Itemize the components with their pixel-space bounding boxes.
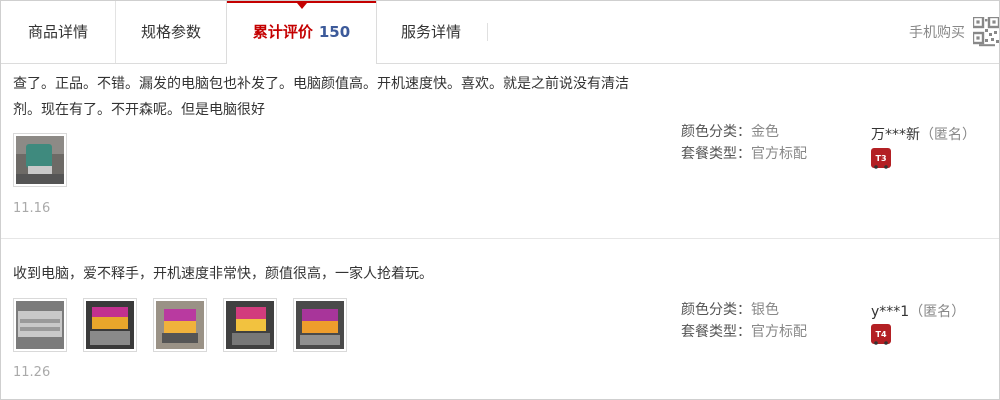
tab-product-details[interactable]: 商品详情 xyxy=(1,1,116,63)
review-count: 150 xyxy=(318,23,351,41)
color-label: 颜色分类： xyxy=(681,302,751,318)
tab-specifications[interactable]: 规格参数 xyxy=(116,1,226,63)
tab-divider xyxy=(487,23,488,41)
member-level-badge-icon: T4 xyxy=(871,324,891,345)
reviewer-name: y***1（匿名） xyxy=(871,301,965,321)
review-photo-thumbnail[interactable] xyxy=(153,298,207,352)
review-photo-thumbnail[interactable] xyxy=(13,133,67,187)
mobile-buy-link[interactable]: 手机购买 xyxy=(889,17,999,47)
level-text: T3 xyxy=(875,154,886,163)
tab-service-details[interactable]: 服务详情 xyxy=(376,1,486,63)
qr-code-icon xyxy=(973,17,999,47)
reviewer-nickname: 万***新 xyxy=(871,127,920,143)
member-level-badge-icon: T3 xyxy=(871,148,891,169)
package-value: 官方标配 xyxy=(751,324,807,340)
reviewer-nickname: y***1 xyxy=(871,304,910,320)
tab-label: 规格参数 xyxy=(140,23,201,41)
review-photos xyxy=(13,298,363,352)
tab-label: 商品详情 xyxy=(27,23,88,41)
product-tabs-panel: 商品详情 规格参数 累计评价 150 服务详情 手机购买 查了。正品。不错。漏发… xyxy=(0,0,1000,400)
mobile-buy-label: 手机购买 xyxy=(909,25,965,41)
package-label: 套餐类型： xyxy=(681,324,751,340)
review-photo-thumbnail[interactable] xyxy=(13,298,67,352)
tab-label: 累计评价 xyxy=(252,23,313,41)
review-photos xyxy=(13,133,83,187)
anonymous-tag: （匿名） xyxy=(920,127,976,143)
photo-laptop-screen-icon xyxy=(226,301,274,349)
review-text: 收到电脑，爱不释手，开机速度非常快，颜值很高，一家人抢着玩。 xyxy=(13,266,433,282)
tab-bar: 商品详情 规格参数 累计评价 150 服务详情 手机购买 xyxy=(1,1,999,64)
review-sku: 颜色分类：银色 套餐类型：官方标配 xyxy=(681,299,807,343)
review-date: 11.26 xyxy=(13,365,51,380)
color-label: 颜色分类： xyxy=(681,124,751,140)
photo-laptop-bag-icon xyxy=(16,136,64,184)
photo-laptop-screen-icon xyxy=(86,301,134,349)
review-photo-thumbnail[interactable] xyxy=(223,298,277,352)
package-label: 套餐类型： xyxy=(681,146,751,162)
anonymous-tag: （匿名） xyxy=(909,304,966,320)
level-text: T4 xyxy=(875,330,886,339)
review-item: 收到电脑，爱不释手，开机速度非常快，颜值很高，一家人抢着玩。 11.26 颜色分… xyxy=(1,239,999,399)
package-value: 官方标配 xyxy=(751,146,807,162)
review-text: 查了。正品。不错。漏发的电脑包也补发了。电脑颜值高。开机速度快。喜欢。就是之前说… xyxy=(13,76,629,118)
review-sku: 颜色分类：金色 套餐类型：官方标配 xyxy=(681,121,807,165)
review-date: 11.16 xyxy=(13,201,51,216)
review-item: 查了。正品。不错。漏发的电脑包也补发了。电脑颜值高。开机速度快。喜欢。就是之前说… xyxy=(1,64,999,239)
review-photo-thumbnail[interactable] xyxy=(83,298,137,352)
photo-laptop-keyboard-icon xyxy=(16,301,64,349)
tab-label: 服务详情 xyxy=(400,23,461,41)
review-photo-thumbnail[interactable] xyxy=(293,298,347,352)
color-value: 金色 xyxy=(751,124,779,140)
photo-laptop-screen-icon xyxy=(296,301,344,349)
active-tab-arrow-icon xyxy=(296,3,307,9)
color-value: 银色 xyxy=(751,302,779,318)
photo-laptop-screen-icon xyxy=(156,301,204,349)
reviewer-name: 万***新（匿名） xyxy=(871,124,976,144)
tab-reviews[interactable]: 累计评价 150 xyxy=(226,1,377,64)
